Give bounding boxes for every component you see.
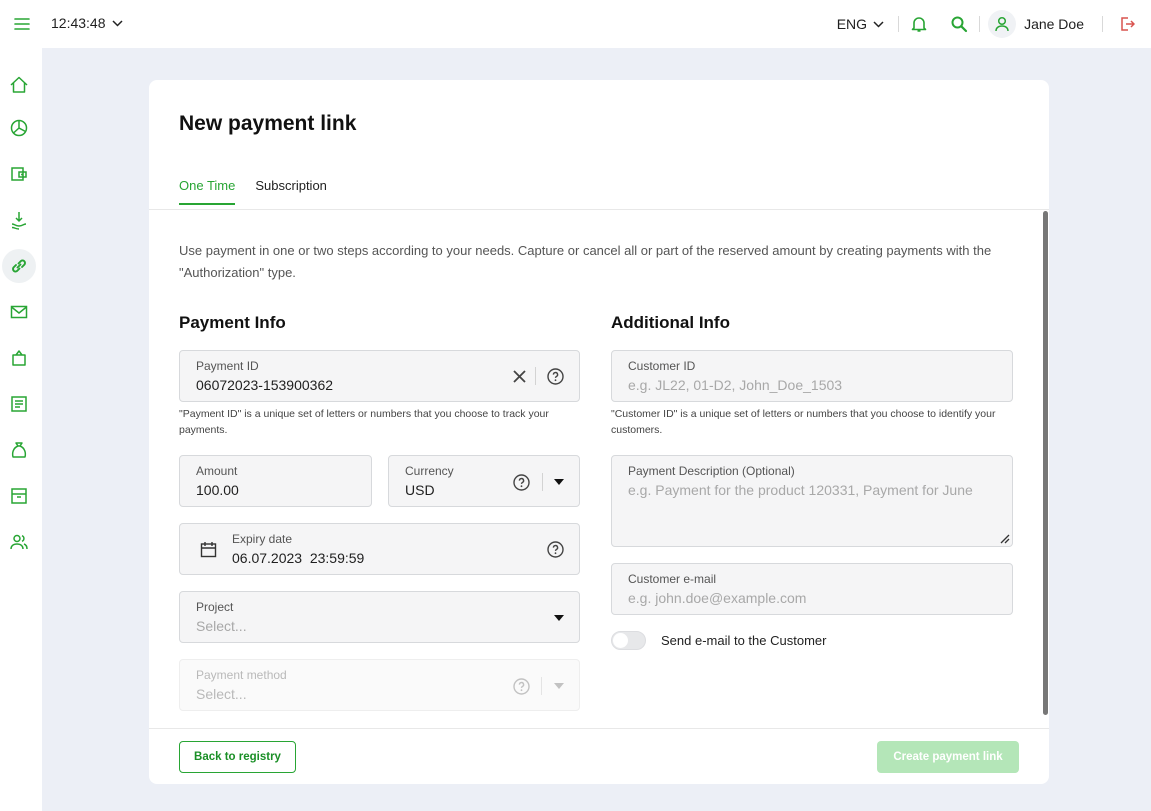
footer-divider [149,728,1049,729]
help-icon[interactable] [546,367,564,385]
additional-info-heading: Additional Info [611,313,730,332]
currency-value: USD [405,482,435,498]
amount-label: Amount [196,464,238,478]
money-bag-icon[interactable] [2,433,36,467]
payment-description-textarea[interactable]: Payment Description (Optional) e.g. Paym… [611,455,1013,547]
scrollbar[interactable] [1043,211,1048,715]
chevron-down-icon [111,19,123,27]
top-bar: 12:43:48 ENG Jane Doe [0,0,1151,48]
customer-id-placeholder: e.g. JL22, 01-D2, John_Doe_1503 [628,377,843,393]
payment-id-field[interactable]: Payment ID 06072023-153900362 [179,350,580,402]
page-title: New payment link [179,112,357,135]
payment-method-placeholder: Select... [196,686,247,702]
amount-field[interactable]: Amount 100.00 [179,455,372,507]
divider [542,473,543,491]
tab-one-time[interactable]: One Time [179,178,236,205]
help-icon[interactable] [546,540,564,558]
form-description: Use payment in one or two steps accordin… [179,243,992,280]
payment-description-label: Payment Description (Optional) [628,464,795,478]
create-payment-link-button[interactable]: Create payment link [877,741,1019,773]
mail-icon[interactable] [2,295,36,329]
logout-icon[interactable] [1103,0,1151,48]
language-selector[interactable]: ENG [837,16,884,32]
reports-icon[interactable] [2,387,36,421]
project-label: Project [196,600,234,614]
tabs-divider [149,209,1049,210]
payouts-icon[interactable] [2,203,36,237]
avatar [988,10,1017,38]
caret-down-icon[interactable] [550,473,568,491]
help-icon[interactable] [512,473,530,491]
users-icon[interactable] [2,525,36,559]
back-to-registry-button[interactable]: Back to registry [179,741,296,773]
customer-email-placeholder: e.g. john.doe@example.com [628,590,807,606]
archive-icon[interactable] [2,479,36,513]
project-placeholder: Select... [196,618,247,634]
tab-subscription[interactable]: Subscription [255,178,327,205]
currency-label: Currency [405,464,454,478]
customer-email-field[interactable]: Customer e-mail e.g. john.doe@example.co… [611,563,1013,615]
send-email-label: Send e-mail to the Customer [661,633,827,648]
caret-down-icon[interactable] [550,677,568,695]
user-menu[interactable]: Jane Doe [980,10,1102,38]
payment-id-value: 06072023-153900362 [196,377,334,393]
chevron-down-icon [873,20,884,28]
payment-id-label: Payment ID [196,359,259,373]
tabs: One Time Subscription [179,178,327,205]
customer-id-field[interactable]: Customer ID e.g. JL22, 01-D2, John_Doe_1… [611,350,1013,402]
payment-method-select[interactable]: Payment method Select... [179,659,580,711]
help-icon[interactable] [512,677,530,695]
currency-select[interactable]: Currency USD [388,455,580,507]
wallet-icon[interactable] [2,157,36,191]
amount-value: 100.00 [196,482,239,498]
payment-links-icon[interactable] [2,249,36,283]
clock-dropdown[interactable]: 12:43:48 [51,15,123,31]
divider [535,367,536,385]
user-name: Jane Doe [1024,16,1084,32]
payment-link-form-card: New payment link One Time Subscription U… [149,80,1049,784]
caret-down-icon[interactable] [550,609,568,627]
customer-id-hint: "Customer ID" is a unique set of letters… [611,408,996,436]
toggle-knob [613,633,628,648]
expiry-date-field[interactable]: Expiry date 06.07.2023 23:59:59 [179,523,580,575]
expiry-date-label: Expiry date [232,532,293,546]
customer-id-label: Customer ID [628,359,696,373]
language-label: ENG [836,16,868,32]
bell-icon[interactable] [899,0,939,48]
calendar-icon[interactable] [199,540,217,558]
clear-icon[interactable] [510,367,528,385]
resize-handle-icon[interactable] [999,533,1010,544]
payment-description-placeholder: e.g. Payment for the product 120331, Pay… [628,482,973,498]
payment-info-heading: Payment Info [179,313,286,332]
sidebar [0,48,42,811]
user-icon [995,16,1009,32]
analytics-icon[interactable] [2,111,36,145]
clock-time: 12:43:48 [51,15,106,31]
menu-icon[interactable] [12,14,32,34]
home-icon[interactable] [2,68,36,102]
shopping-bag-icon[interactable] [2,341,36,375]
divider [541,677,542,695]
payment-method-label: Payment method [196,668,287,682]
search-icon[interactable] [939,0,979,48]
expiry-date-value: 06.07.2023 23:59:59 [232,550,365,566]
payment-id-hint: "Payment ID" is a unique set of letters … [179,408,549,436]
send-email-toggle[interactable] [611,631,646,650]
project-select[interactable]: Project Select... [179,591,580,643]
customer-email-label: Customer e-mail [628,572,717,586]
